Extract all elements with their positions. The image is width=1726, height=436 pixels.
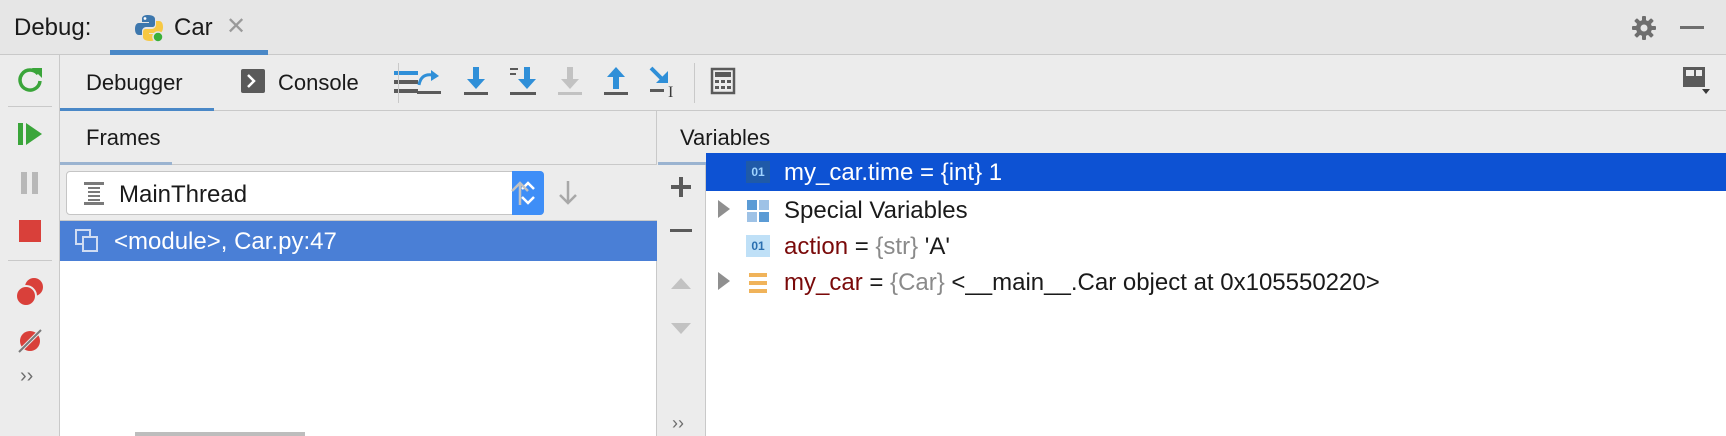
frame-stack-icon <box>75 229 98 252</box>
move-watch-down-icon[interactable] <box>669 321 693 337</box>
variable-value: 'A' <box>918 233 950 260</box>
stop-icon[interactable] <box>19 220 41 242</box>
previous-frame-arrow-icon[interactable] <box>508 179 532 207</box>
close-tab-icon[interactable]: ✕ <box>226 12 246 41</box>
tab-console-label: Console <box>278 70 359 95</box>
thread-dropdown[interactable]: MainThread <box>66 171 544 215</box>
step-into-my-code-icon[interactable] <box>508 65 538 97</box>
variable-text: my_car.time = {int} 1 <box>784 159 1003 186</box>
debug-actions-sidebar: ›› <box>0 55 60 436</box>
str-type-icon: 01 <box>746 235 770 257</box>
console-icon <box>241 69 265 93</box>
rerun-icon[interactable] <box>16 65 44 93</box>
variable-row-special-variables[interactable]: Special Variables <box>706 191 1726 229</box>
variable-equals: = <box>862 269 891 296</box>
variable-value: <__main__.Car object at 0x105550220> <box>944 269 1380 296</box>
step-over-icon[interactable] <box>415 67 443 97</box>
debugger-toolbar: Debugger Console I <box>60 55 1726 112</box>
variable-row-my-car-time[interactable]: 01 my_car.time = {int} 1 <box>706 153 1726 191</box>
python-icon <box>135 15 164 43</box>
thread-icon <box>84 182 104 205</box>
evaluate-expression-icon[interactable] <box>710 67 736 95</box>
pause-icon[interactable] <box>18 170 42 196</box>
watches-toolbar: ›› <box>658 165 706 436</box>
debug-tool-window-header: Debug: Car ✕ <box>0 0 1726 55</box>
frame-list-item[interactable]: <module>, Car.py:47 <box>60 221 657 261</box>
run-config-tab-car[interactable]: Car ✕ <box>110 0 268 55</box>
tab-variables-label: Variables <box>680 125 771 150</box>
force-step-into-icon[interactable] <box>556 65 584 97</box>
remove-watch-icon[interactable] <box>670 229 692 232</box>
variable-row-my-car[interactable]: my_car = {Car} <__main__.Car object at 0… <box>706 263 1726 301</box>
tab-frames-label: Frames <box>86 125 161 150</box>
run-to-cursor-icon[interactable]: I <box>648 65 678 99</box>
object-type-icon <box>749 273 767 293</box>
variables-panel: Variables ›› 01 my_car.time = {int} 1 Sp… <box>658 111 1726 436</box>
variable-row-action[interactable]: 01 action = {str} 'A' <box>706 227 1726 265</box>
frame-label: <module>, Car.py:47 <box>114 228 337 255</box>
tab-frames[interactable]: Frames <box>60 111 172 166</box>
settings-gear-icon[interactable] <box>1630 14 1658 42</box>
mute-breakpoints-icon[interactable] <box>16 327 44 355</box>
more-icon[interactable]: ›› <box>20 365 33 388</box>
expand-arrow-icon[interactable] <box>718 200 730 218</box>
variable-text: action = {str} 'A' <box>784 233 950 261</box>
variable-label: Special Variables <box>784 197 968 224</box>
tab-debugger[interactable]: Debugger <box>60 55 214 112</box>
next-frame-arrow-icon[interactable] <box>556 179 580 207</box>
horizontal-scrollbar[interactable] <box>135 432 305 436</box>
special-variables-icon <box>747 200 769 222</box>
variable-name: my_car <box>784 269 863 296</box>
variable-name: action <box>784 233 849 260</box>
step-into-icon[interactable] <box>462 65 490 97</box>
restore-layout-icon[interactable] <box>1680 65 1712 95</box>
expand-arrow-icon[interactable] <box>718 272 730 290</box>
thread-dropdown-value: MainThread <box>119 181 248 208</box>
resume-icon[interactable] <box>16 121 44 147</box>
tab-console[interactable]: Console <box>240 55 380 111</box>
frames-panel-header: Frames <box>60 111 656 166</box>
more-icon[interactable]: ›› <box>672 413 684 434</box>
int-type-icon: 01 <box>746 161 770 183</box>
thread-selector-row: MainThread <box>60 165 657 221</box>
tab-debugger-label: Debugger <box>86 70 183 95</box>
step-out-icon[interactable] <box>602 65 630 97</box>
view-breakpoints-icon[interactable] <box>14 277 46 307</box>
minimize-icon[interactable] <box>1680 26 1704 29</box>
add-watch-icon[interactable] <box>669 175 693 199</box>
variable-equals: = <box>848 233 876 260</box>
variable-type: {Car} <box>890 269 945 296</box>
move-watch-up-icon[interactable] <box>669 275 693 291</box>
run-tab-label: Car <box>174 14 213 41</box>
variable-text: my_car = {Car} <__main__.Car object at 0… <box>784 269 1380 297</box>
debug-label: Debug: <box>14 14 92 41</box>
frames-panel: Frames MainThread <module>, Car.py:47 <box>60 111 657 436</box>
svg-text:I: I <box>668 84 673 99</box>
variable-type: {str} <box>875 233 919 260</box>
